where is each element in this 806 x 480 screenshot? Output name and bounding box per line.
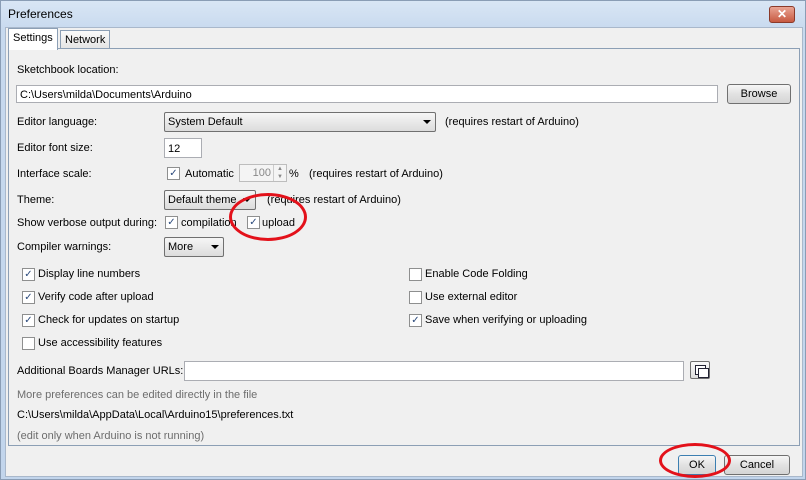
verbose-label: Show verbose output during: [17,217,158,229]
verify-after-upload-label: Verify code after upload [38,291,154,303]
editor-language-label: Editor language: [17,116,98,128]
open-urls-editor-button[interactable] [690,361,710,379]
settings-panel: Sketchbook location: C:\Users\milda\Docu… [8,48,800,446]
spinner-arrows-icon: ▲ ▼ [273,165,286,181]
font-size-field[interactable]: 12 [164,138,202,158]
ok-highlight-ellipse [659,443,731,478]
upload-highlight-ellipse [229,193,307,241]
interface-scale-note: (requires restart of Arduino) [309,168,443,180]
preferences-file-path: C:\Users\milda\AppData\Local\Arduino15\p… [17,409,294,421]
tab-settings[interactable]: Settings [8,28,58,50]
interface-scale-spinner: 100 ▲ ▼ [239,164,287,182]
boards-urls-field[interactable] [184,361,684,381]
browse-button[interactable]: Browse [727,84,791,104]
accessibility-label: Use accessibility features [38,337,163,349]
editor-language-value: System Default [168,116,243,128]
external-editor-checkbox[interactable] [409,291,422,304]
sketchbook-label: Sketchbook location: [17,64,119,76]
code-folding-label: Enable Code Folding [425,268,528,280]
compiler-warnings-value: More [168,241,194,253]
check-updates-label: Check for updates on startup [38,314,180,326]
automatic-scale-label: Automatic [185,168,234,180]
editor-language-note: (requires restart of Arduino) [445,116,579,128]
automatic-scale-checkbox[interactable]: ✓ [167,167,180,180]
save-when-verifying-checkbox[interactable]: ✓ [409,314,422,327]
boards-urls-label: Additional Boards Manager URLs: [17,365,184,377]
display-line-numbers-label: Display line numbers [38,268,141,280]
window-title: Preferences [8,7,73,21]
check-updates-checkbox[interactable]: ✓ [22,314,35,327]
window-icon [698,368,709,378]
cancel-button[interactable]: Cancel [724,455,790,475]
code-folding-checkbox[interactable] [409,268,422,281]
sketchbook-location-field[interactable]: C:\Users\milda\Documents\Arduino [16,85,718,103]
more-preferences-note: More preferences can be edited directly … [17,389,258,401]
compiler-warnings-label: Compiler warnings: [17,241,112,253]
theme-label: Theme: [17,194,55,206]
chevron-down-icon [423,120,431,124]
accessibility-checkbox[interactable] [22,337,35,350]
font-size-label: Editor font size: [17,142,93,154]
display-line-numbers-checkbox[interactable]: ✓ [22,268,35,281]
verbose-compilation-checkbox[interactable]: ✓ [165,216,178,229]
chevron-down-icon [211,245,219,249]
external-editor-label: Use external editor [425,291,518,303]
editor-language-select[interactable]: System Default [164,112,436,132]
compiler-warnings-select[interactable]: More [164,237,224,257]
save-when-verifying-label: Save when verifying or uploading [425,314,588,326]
interface-scale-label: Interface scale: [17,168,92,180]
verify-after-upload-checkbox[interactable]: ✓ [22,291,35,304]
title-bar[interactable]: Preferences ✕ [1,1,805,27]
tab-network[interactable]: Network [60,30,111,49]
preferences-window: Preferences ✕ Settings Network Sketchboo… [0,0,806,480]
edit-only-note: (edit only when Arduino is not running) [17,430,205,442]
interface-scale-unit: % [289,168,299,180]
dialog-body: Settings Network Sketchbook location: C:… [5,27,803,477]
interface-scale-value: 100 [252,167,271,179]
theme-value: Default theme [168,194,237,206]
close-button[interactable]: ✕ [769,6,795,23]
